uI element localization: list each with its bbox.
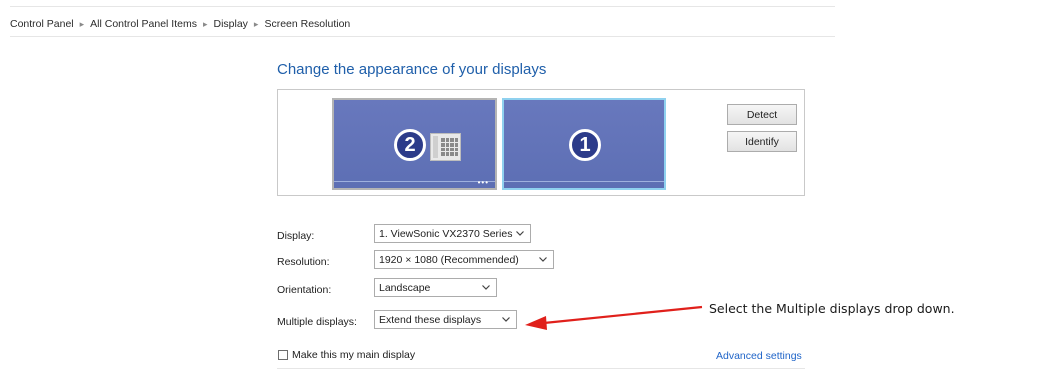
monitor-arrangement-panel: 2 ••• 1 Detect Identify <box>277 89 805 196</box>
breadcrumb-display[interactable]: Display <box>213 18 247 30</box>
annotation-arrow-icon <box>525 305 703 330</box>
monitor-number-badge: 1 <box>569 129 601 161</box>
chevron-down-icon <box>515 227 525 239</box>
keypad-icon <box>430 133 461 161</box>
multiple-displays-label: Multiple displays: <box>277 316 357 328</box>
page-title: Change the appearance of your displays <box>277 61 547 78</box>
chevron-down-icon <box>501 313 511 325</box>
chevron-down-icon <box>481 281 491 293</box>
identify-button[interactable]: Identify <box>727 131 797 152</box>
breadcrumb-all-items[interactable]: All Control Panel Items <box>90 18 197 30</box>
breadcrumb: Control Panel ▸ All Control Panel Items … <box>10 14 350 34</box>
top-divider <box>10 6 835 7</box>
monitor-1[interactable]: 1 <box>502 98 666 190</box>
chevron-down-icon <box>538 253 548 265</box>
breadcrumb-control-panel[interactable]: Control Panel <box>10 18 74 30</box>
orientation-label: Orientation: <box>277 284 332 296</box>
display-select[interactable]: 1. ViewSonic VX2370 Series <box>374 224 531 243</box>
multiple-displays-select-value: Extend these displays <box>379 313 482 326</box>
display-select-value: 1. ViewSonic VX2370 Series <box>379 227 513 240</box>
advanced-settings-link[interactable]: Advanced settings <box>716 350 802 362</box>
main-display-checkbox[interactable] <box>278 350 288 360</box>
monitor-number-badge: 2 <box>394 129 426 161</box>
monitor-2[interactable]: 2 ••• <box>332 98 497 190</box>
resolution-select[interactable]: 1920 × 1080 (Recommended) <box>374 250 554 269</box>
resolution-label: Resolution: <box>277 256 330 268</box>
main-display-row: Make this my main display <box>278 349 415 361</box>
breadcrumb-divider <box>10 36 835 37</box>
more-dots-icon: ••• <box>477 178 489 187</box>
breadcrumb-screen-resolution[interactable]: Screen Resolution <box>264 18 350 30</box>
orientation-select-value: Landscape <box>379 281 431 294</box>
bottom-divider <box>277 368 805 369</box>
monitor-taskbar <box>504 181 664 182</box>
monitor-taskbar <box>334 181 495 182</box>
annotation-callout: Select the Multiple displays drop down. <box>709 301 955 316</box>
resolution-select-value: 1920 × 1080 (Recommended) <box>379 253 519 266</box>
main-display-label[interactable]: Make this my main display <box>292 349 415 361</box>
breadcrumb-separator-icon: ▸ <box>202 18 208 29</box>
breadcrumb-separator-icon: ▸ <box>253 18 259 29</box>
multiple-displays-select[interactable]: Extend these displays <box>374 310 517 329</box>
detect-button[interactable]: Detect <box>727 104 797 125</box>
display-label: Display: <box>277 230 315 242</box>
breadcrumb-separator-icon: ▸ <box>79 18 85 29</box>
orientation-select[interactable]: Landscape <box>374 278 497 297</box>
